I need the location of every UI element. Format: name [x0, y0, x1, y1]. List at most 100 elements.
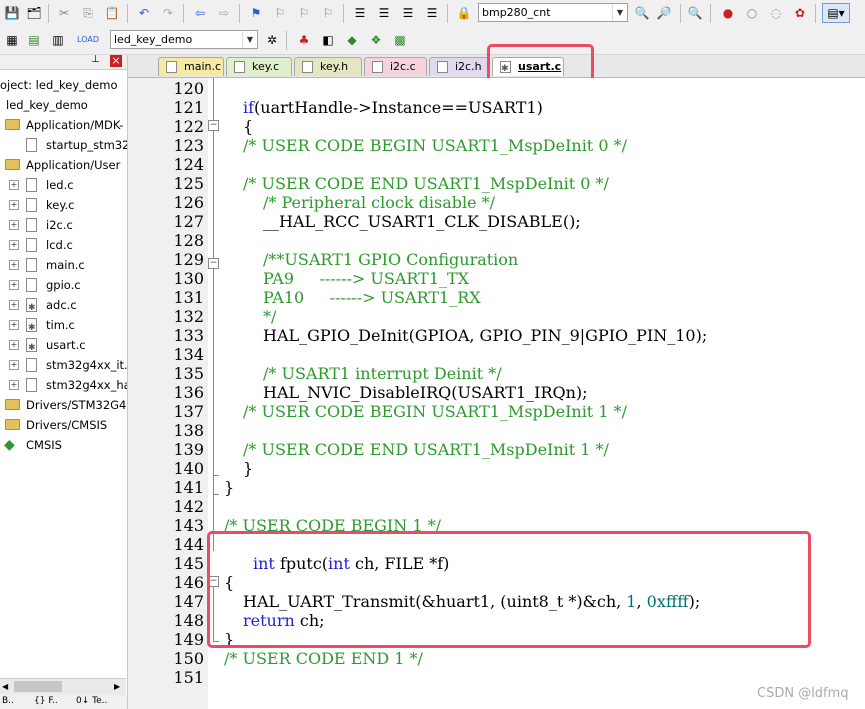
line-number: 145: [173, 554, 204, 573]
tab-functions[interactable]: {} F..: [34, 696, 58, 706]
bookmark-icon[interactable]: ⚑: [246, 3, 266, 23]
project-hscrollbar[interactable]: ◀ ▶: [0, 678, 126, 695]
build-icon[interactable]: ▤: [24, 30, 44, 50]
rte-icon[interactable]: ▩: [390, 30, 410, 50]
tree-item-file[interactable]: + main.c: [0, 255, 127, 275]
tree-item-file[interactable]: + led.c: [0, 175, 127, 195]
code-line: {: [243, 117, 254, 136]
paste-icon[interactable]: 📋: [102, 3, 122, 23]
expand-icon[interactable]: +: [9, 200, 19, 210]
chevron-down-icon[interactable]: ▼: [242, 31, 257, 48]
breakpoint-icon[interactable]: ●: [718, 3, 738, 23]
tab-main-c[interactable]: main.c: [158, 57, 224, 76]
scroll-thumb[interactable]: [14, 681, 62, 692]
target-options-icon[interactable]: ✲: [262, 30, 282, 50]
line-number: 136: [173, 383, 204, 402]
unindent-icon[interactable]: ☰: [374, 3, 394, 23]
breakpoint-disable-all-icon[interactable]: ◌: [766, 3, 786, 23]
tab-key-c[interactable]: key.c: [226, 57, 292, 76]
breakpoint-kill-all-icon[interactable]: ✿: [790, 3, 810, 23]
tree-item-component[interactable]: ◆ CMSIS: [0, 435, 127, 455]
indent-icon[interactable]: ☰: [350, 3, 370, 23]
tree-item-file[interactable]: + gpio.c: [0, 275, 127, 295]
breakpoint-disable-icon[interactable]: ○: [742, 3, 762, 23]
fold-guide: [213, 131, 214, 270]
tab-key-h[interactable]: key.h: [294, 57, 362, 76]
undo-icon[interactable]: ↶: [134, 3, 154, 23]
expand-icon[interactable]: +: [9, 380, 19, 390]
translate-icon[interactable]: ▦: [2, 30, 22, 50]
bookmark-clear-icon[interactable]: ⚐: [318, 3, 338, 23]
tab-i2c-h[interactable]: i2c.h: [429, 57, 490, 76]
manage-components-icon[interactable]: ◧: [318, 30, 338, 50]
line-number: 131: [173, 288, 204, 307]
debug-icon[interactable]: 🔍: [685, 3, 705, 23]
save-all-icon[interactable]: 🗂: [24, 3, 44, 23]
line-number: 150: [173, 649, 204, 668]
uncomment-icon[interactable]: ☰: [422, 3, 442, 23]
incremental-find-icon[interactable]: 🔎: [654, 3, 674, 23]
expand-icon[interactable]: +: [9, 340, 19, 350]
tree-item-folder[interactable]: Application/MDK-: [0, 115, 127, 135]
find-icon[interactable]: 🔍: [632, 3, 652, 23]
find-in-files-icon[interactable]: 🔒: [454, 3, 474, 23]
nav-back-icon[interactable]: ⇦: [190, 3, 210, 23]
tree-item-project[interactable]: oject: led_key_demo: [0, 75, 127, 95]
code-line: */: [263, 307, 277, 326]
target-combo[interactable]: bmp280_cnt ▼: [478, 3, 628, 22]
line-number: 127: [173, 212, 204, 231]
expand-icon[interactable]: +: [9, 360, 19, 370]
tab-i2c-c[interactable]: i2c.c: [364, 57, 427, 76]
save-icon[interactable]: 💾: [2, 3, 22, 23]
load-download-icon[interactable]: LOAD: [77, 30, 99, 50]
code-line: PA10 ------> USART1_RX: [263, 288, 481, 307]
tree-item-file[interactable]: + adc.c: [0, 295, 127, 315]
tree-item-file[interactable]: + stm32g4xx_it.c: [0, 355, 127, 375]
expand-icon[interactable]: +: [9, 280, 19, 290]
chevron-down-icon[interactable]: ▼: [612, 4, 627, 21]
line-number: 134: [173, 345, 204, 364]
tab-templates[interactable]: 0↓ Te..: [76, 696, 107, 706]
expand-icon[interactable]: +: [9, 220, 19, 230]
window-layout-icon[interactable]: ▤▾: [822, 3, 850, 23]
file-extensions-icon[interactable]: ♣: [294, 30, 314, 50]
tree-item-folder[interactable]: Drivers/CMSIS: [0, 415, 127, 435]
file-icon: [26, 198, 37, 212]
expand-icon[interactable]: +: [9, 240, 19, 250]
pack-installer-icon[interactable]: ❖: [366, 30, 386, 50]
tree-item-target[interactable]: led_key_demo: [0, 95, 127, 115]
cut-icon[interactable]: ✂: [54, 3, 74, 23]
scroll-right-icon[interactable]: ▶: [114, 682, 120, 691]
copy-icon[interactable]: ⎘: [78, 3, 98, 23]
tree-item-file[interactable]: + key.c: [0, 195, 127, 215]
tree-item-file[interactable]: + lcd.c: [0, 235, 127, 255]
bookmark-prev-icon[interactable]: ⚐: [270, 3, 290, 23]
fold-collapse-icon[interactable]: −: [208, 120, 219, 131]
fold-collapse-icon[interactable]: −: [208, 258, 219, 269]
expand-icon[interactable]: +: [9, 320, 19, 330]
expand-icon[interactable]: +: [9, 260, 19, 270]
folder-icon: [5, 119, 20, 130]
close-icon[interactable]: ×: [110, 55, 122, 67]
tree-item-file[interactable]: + tim.c: [0, 315, 127, 335]
tree-item-folder[interactable]: Application/User: [0, 155, 127, 175]
project-target-combo[interactable]: led_key_demo ▼: [110, 30, 258, 49]
expand-icon[interactable]: +: [9, 180, 19, 190]
tab-books[interactable]: B..: [2, 696, 14, 706]
tree-item-file[interactable]: + usart.c: [0, 335, 127, 355]
tree-item-file[interactable]: + i2c.c: [0, 215, 127, 235]
tree-item-folder[interactable]: Drivers/STM32G4x: [0, 395, 127, 415]
select-packs-icon[interactable]: ◆: [342, 30, 362, 50]
comment-icon[interactable]: ☰: [398, 3, 418, 23]
rebuild-icon[interactable]: ▥: [48, 30, 68, 50]
tree-item-file[interactable]: startup_stm32g: [0, 135, 127, 155]
redo-icon[interactable]: ↷: [158, 3, 178, 23]
line-number-gutter: 120 121 122 123 124 125 126 127 128 129 …: [134, 78, 208, 709]
line-number: 123: [173, 136, 204, 155]
scroll-left-icon[interactable]: ◀: [2, 682, 8, 691]
pin-icon[interactable]: ⊥: [91, 54, 100, 65]
expand-icon[interactable]: +: [9, 300, 19, 310]
bookmark-next-icon[interactable]: ⚐: [294, 3, 314, 23]
nav-forward-icon[interactable]: ⇨: [214, 3, 234, 23]
tree-item-file[interactable]: + stm32g4xx_hal_: [0, 375, 127, 395]
